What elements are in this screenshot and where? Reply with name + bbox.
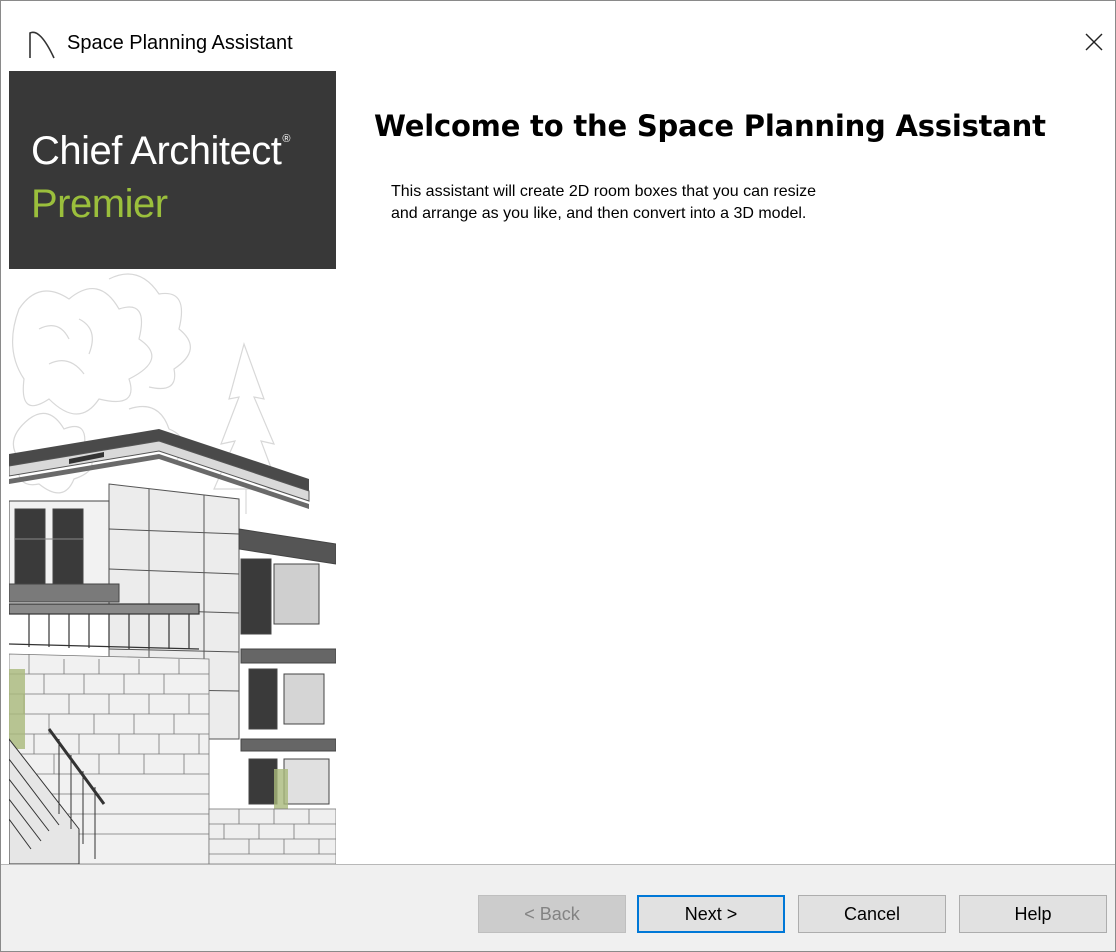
button-bar: < Back Next > Cancel Help — [1, 864, 1115, 951]
window-title: Space Planning Assistant — [67, 32, 293, 54]
space-planning-assistant-dialog: Space Planning Assistant Chief Architect… — [0, 0, 1116, 952]
brand-edition: Premier — [31, 182, 168, 226]
help-button[interactable]: Help — [959, 895, 1107, 933]
next-button[interactable]: Next > — [637, 895, 785, 933]
description-line-2: and arrange as you like, and then conver… — [391, 205, 807, 222]
cancel-button[interactable]: Cancel — [798, 895, 946, 933]
app-arch-icon — [27, 27, 57, 59]
back-button[interactable]: < Back — [478, 895, 626, 933]
close-button[interactable] — [1069, 19, 1115, 65]
page-description: This assistant will create 2D room boxes… — [391, 181, 1011, 225]
house-illustration — [9, 273, 336, 864]
brand-banner: Chief Architect® Premier — [9, 71, 336, 864]
close-icon — [1085, 33, 1103, 51]
brand-block: Chief Architect® Premier — [9, 71, 336, 269]
title-bar: Space Planning Assistant — [1, 1, 1115, 71]
description-line-1: This assistant will create 2D room boxes… — [391, 183, 817, 200]
brand-name: Chief Architect® — [31, 129, 290, 173]
page-heading: Welcome to the Space Planning Assistant — [374, 109, 1046, 143]
